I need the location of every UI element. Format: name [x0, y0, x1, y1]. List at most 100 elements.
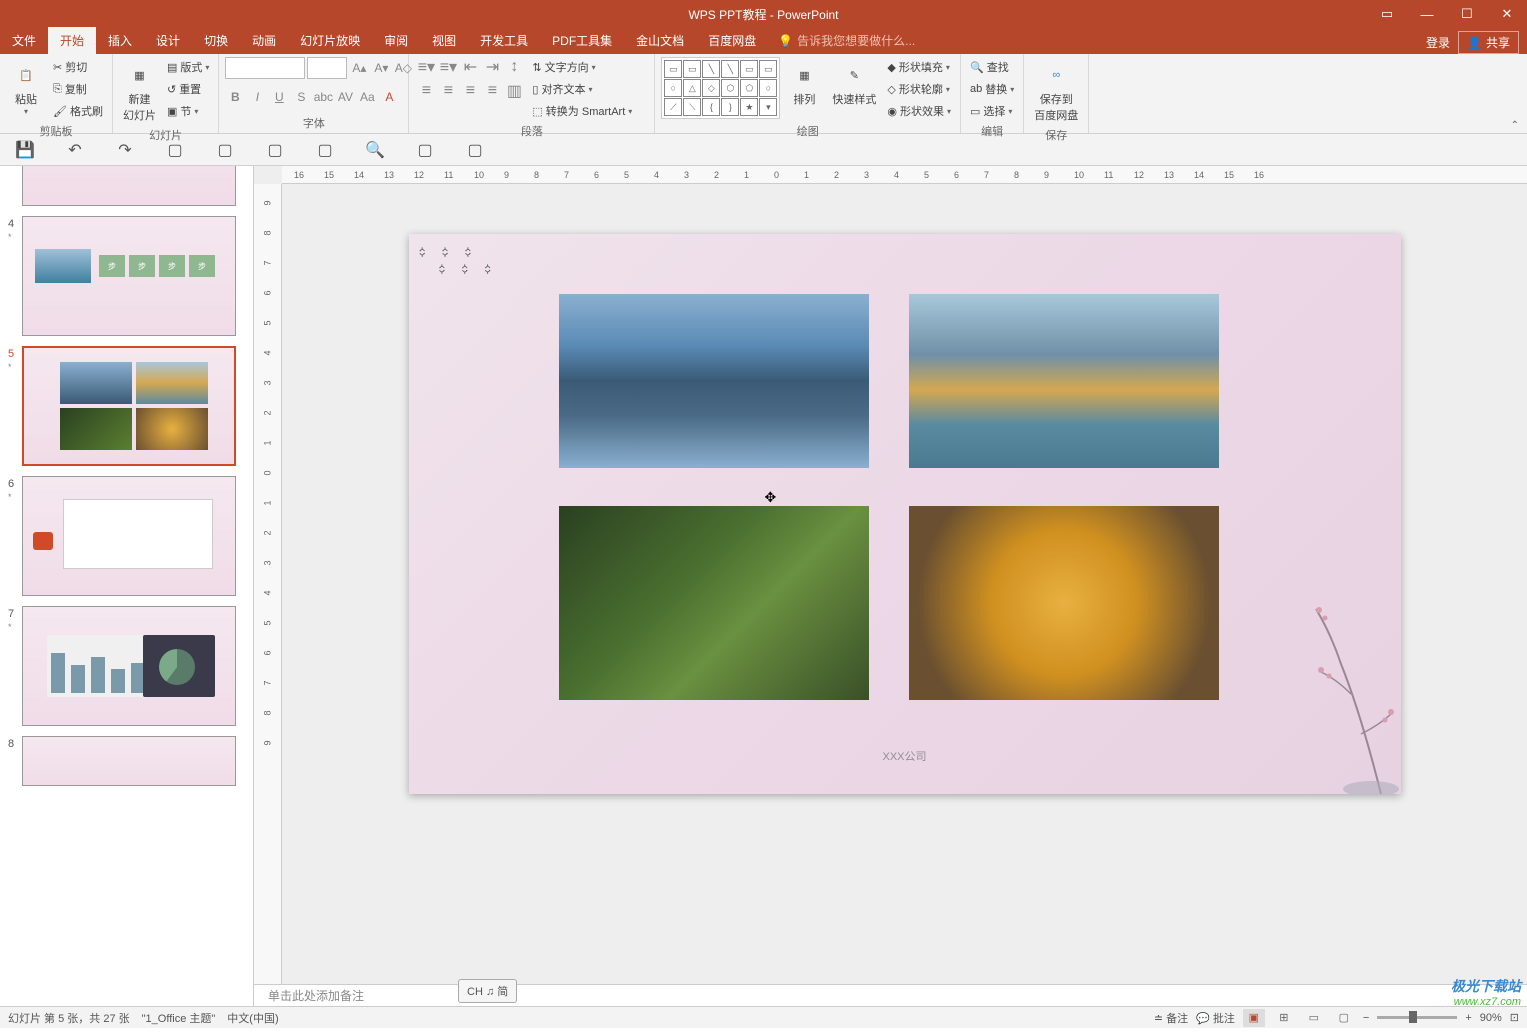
share-button[interactable]: 👤 共享	[1458, 31, 1519, 54]
slide-thumb-4[interactable]: 步步步步	[22, 216, 236, 336]
paste-button[interactable]: 📋 粘贴 ▾	[6, 57, 46, 118]
font-name-input[interactable]	[225, 57, 305, 79]
new-slide-button[interactable]: ▦ 新建 幻灯片	[119, 57, 160, 125]
increase-indent-button[interactable]: ⇥	[481, 57, 503, 77]
change-case-button[interactable]: Aa	[357, 87, 377, 107]
decrease-font-button[interactable]: A▾	[371, 58, 391, 78]
reset-button[interactable]: ↺重置	[164, 79, 212, 99]
zoom-in-button[interactable]: +	[1465, 1012, 1471, 1024]
tab-transitions[interactable]: 切换	[192, 27, 240, 54]
qat-icon-3[interactable]: ▢	[265, 140, 285, 160]
notes-pane[interactable]: 单击此处添加备注 CH ♫ 简	[254, 984, 1527, 1006]
increase-font-button[interactable]: A▴	[349, 58, 369, 78]
numbering-button[interactable]: ≡▾	[437, 57, 459, 77]
format-painter-button[interactable]: 🖌格式刷	[50, 101, 106, 121]
tab-animations[interactable]: 动画	[240, 27, 288, 54]
ribbon-options-icon[interactable]: ▭	[1367, 0, 1407, 28]
qat-icon-5[interactable]: 🔍	[365, 140, 385, 160]
ime-indicator[interactable]: CH ♫ 简	[458, 979, 517, 1003]
tab-developer[interactable]: 开发工具	[468, 27, 540, 54]
shape-gallery[interactable]: ▭▭╲╲▭▭ ○△◇⬡⬠○ ⟋⟍{}★▾	[661, 57, 780, 119]
minimize-icon[interactable]: —	[1407, 0, 1447, 28]
font-color-button[interactable]: A	[379, 87, 399, 107]
decrease-indent-button[interactable]: ⇤	[459, 57, 481, 77]
char-spacing-button[interactable]: AV	[335, 87, 355, 107]
maximize-icon[interactable]: ☐	[1447, 0, 1487, 28]
shape-fill-button[interactable]: ◆形状填充▾	[884, 57, 954, 77]
qat-icon-2[interactable]: ▢	[215, 140, 235, 160]
slide-thumb-7[interactable]	[22, 606, 236, 726]
smartart-button[interactable]: ⬚转换为 SmartArt▾	[529, 101, 635, 121]
image-maple[interactable]	[909, 506, 1219, 700]
reading-view-icon[interactable]: ▭	[1303, 1009, 1325, 1027]
language-indicator[interactable]: 中文(中国)	[227, 1010, 278, 1026]
bullets-button[interactable]: ≡▾	[415, 57, 437, 77]
underline-button[interactable]: U	[269, 87, 289, 107]
slide-number: 7	[8, 606, 22, 620]
zoom-level[interactable]: 90%	[1480, 1012, 1502, 1024]
shadow-button[interactable]: abc	[313, 87, 333, 107]
slide-thumb-8[interactable]	[22, 736, 236, 786]
font-size-input[interactable]	[307, 57, 347, 79]
tab-slideshow[interactable]: 幻灯片放映	[288, 27, 372, 54]
italic-button[interactable]: I	[247, 87, 267, 107]
slideshow-view-icon[interactable]: ▢	[1333, 1009, 1355, 1027]
close-icon[interactable]: ✕	[1487, 0, 1527, 28]
replace-button[interactable]: ab替换▾	[967, 79, 1017, 99]
qat-icon-6[interactable]: ▢	[415, 140, 435, 160]
find-button[interactable]: 🔍查找	[967, 57, 1017, 77]
strikethrough-button[interactable]: S	[291, 87, 311, 107]
text-direction-button[interactable]: ⇅文字方向▾	[529, 57, 635, 77]
save-to-baidu-button[interactable]: ∞ 保存到 百度网盘	[1030, 57, 1082, 125]
bold-button[interactable]: B	[225, 87, 245, 107]
line-spacing-button[interactable]: ↕	[503, 57, 525, 77]
section-button[interactable]: ▣节▾	[164, 101, 212, 121]
layout-button[interactable]: ▤版式▾	[164, 57, 212, 77]
align-center-button[interactable]: ≡	[437, 81, 459, 101]
tab-insert[interactable]: 插入	[96, 27, 144, 54]
copy-button[interactable]: ⎘复制	[50, 79, 106, 99]
tab-home[interactable]: 开始	[48, 27, 96, 54]
align-text-button[interactable]: ▯对齐文本▾	[529, 79, 635, 99]
slide-viewport[interactable]: ᨟ ᨟ ᨟ ᨟ ᨟ ᨟ ✥ XXX公司	[282, 184, 1527, 984]
shape-outline-button[interactable]: ◇形状轮廓▾	[884, 79, 954, 99]
tab-view[interactable]: 视图	[420, 27, 468, 54]
tab-design[interactable]: 设计	[144, 27, 192, 54]
select-button[interactable]: ▭选择▾	[967, 101, 1017, 121]
tab-file[interactable]: 文件	[0, 27, 48, 54]
slide-thumb-6[interactable]	[22, 476, 236, 596]
fit-window-icon[interactable]: ⊡	[1510, 1011, 1519, 1024]
tab-pdf-tools[interactable]: PDF工具集	[540, 27, 624, 54]
save-icon[interactable]: 💾	[15, 140, 35, 160]
shape-effects-button[interactable]: ◉形状效果▾	[884, 101, 954, 121]
notes-toggle[interactable]: ≐ 备注	[1154, 1010, 1188, 1026]
slide-thumb-5[interactable]	[22, 346, 236, 466]
cut-button[interactable]: ✂剪切	[50, 57, 106, 77]
normal-view-icon[interactable]: ▣	[1243, 1009, 1265, 1027]
zoom-out-button[interactable]: −	[1363, 1012, 1369, 1024]
comments-toggle[interactable]: 💬 批注	[1196, 1010, 1235, 1026]
current-slide[interactable]: ᨟ ᨟ ᨟ ᨟ ᨟ ᨟ ✥ XXX公司	[409, 234, 1401, 794]
slide-thumb-3[interactable]	[22, 166, 236, 206]
align-right-button[interactable]: ≡	[459, 81, 481, 101]
image-mountain[interactable]: ✥	[559, 294, 869, 468]
qat-icon-4[interactable]: ▢	[315, 140, 335, 160]
image-leaves[interactable]	[559, 506, 869, 700]
slide-thumbnail-panel[interactable]: 3 4* 步步步步 5* 6* 7*	[0, 166, 254, 1006]
align-left-button[interactable]: ≡	[415, 81, 437, 101]
sorter-view-icon[interactable]: ⊞	[1273, 1009, 1295, 1027]
undo-icon[interactable]: ↶	[65, 140, 85, 160]
qat-icon-7[interactable]: ▢	[465, 140, 485, 160]
login-button[interactable]: 登录	[1426, 34, 1450, 51]
zoom-slider[interactable]	[1377, 1016, 1457, 1019]
tell-me-search[interactable]: 💡 告诉我您想要做什么...	[768, 27, 925, 54]
arrange-button[interactable]: ▦ 排列	[784, 57, 824, 109]
tab-kingsoft[interactable]: 金山文档	[624, 27, 696, 54]
justify-button[interactable]: ≡	[481, 81, 503, 101]
columns-button[interactable]: ▥	[503, 81, 525, 101]
tab-review[interactable]: 审阅	[372, 27, 420, 54]
tab-baidu[interactable]: 百度网盘	[696, 27, 768, 54]
image-lake[interactable]	[909, 294, 1219, 468]
quick-styles-button[interactable]: ✎ 快速样式	[828, 57, 880, 109]
collapse-ribbon-icon[interactable]: ⌃	[1511, 120, 1519, 131]
